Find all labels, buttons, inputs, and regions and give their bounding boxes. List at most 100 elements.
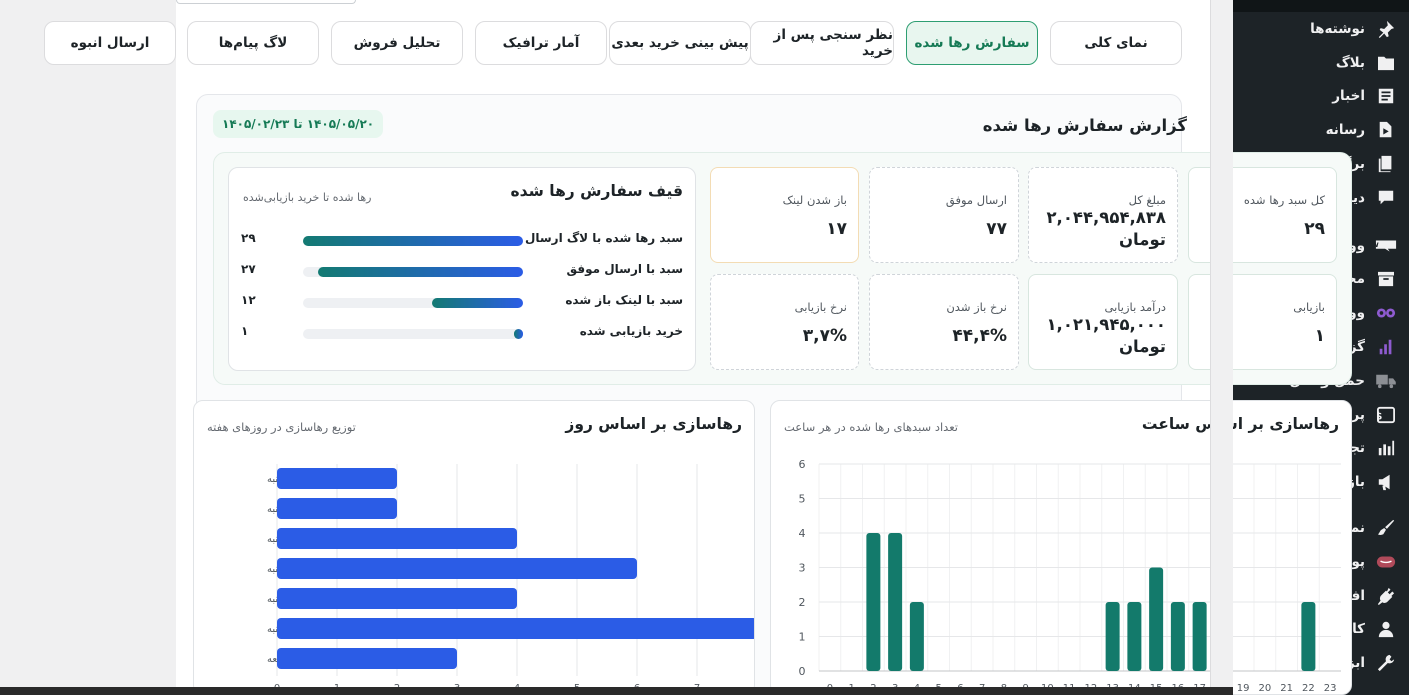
report-tabs: نمای کلی سفارش رها شده نظر سنجی پس از خرید… — [44, 21, 1182, 65]
folder-icon — [1375, 53, 1397, 73]
admin-bar-fragment — [1233, 0, 1409, 12]
funnel-count: ۱ — [241, 324, 249, 338]
tab-2[interactable]: نظر سنجی پس از خرید — [750, 21, 894, 65]
tab-7[interactable]: ارسال انبوه — [44, 21, 176, 65]
hour-bar — [909, 602, 924, 671]
tab-0[interactable]: نمای کلی — [1050, 21, 1182, 65]
hour-bar — [1127, 602, 1142, 671]
stat-card: باز شدن لینک ۱۷ — [710, 167, 859, 263]
day-bar — [277, 588, 517, 609]
date-range-badge: ۱۴۰۵/۰۵/۲۰ تا ۱۴۰۵/۰۲/۲۳ — [213, 110, 384, 138]
plugin-page: نمای کلی سفارش رها شده نظر سنجی پس از خرید… — [44, 0, 1352, 695]
bar-chart-icon — [1375, 337, 1397, 357]
day-bar — [277, 648, 457, 669]
stat-label: ارسال موفق — [945, 193, 1007, 207]
stat-value-number: ۳,۷% — [802, 326, 847, 346]
day-bar — [277, 618, 754, 639]
sidebar-item[interactable]: رسانه — [1233, 113, 1409, 147]
stat-value-number: ۱,۰۲۱,۹۴۵,۰۰۰ — [1046, 315, 1166, 334]
tab-4[interactable]: آمار ترافیک — [475, 21, 607, 65]
comment-icon — [1375, 188, 1397, 208]
funnel-label: سبد با لینک باز شده — [565, 293, 683, 307]
funnel-count: ۱۲ — [241, 293, 256, 307]
woo-icon: W — [1375, 236, 1397, 256]
x-tick-label: 19 — [1237, 683, 1250, 694]
stat-value: ۳,۷% — [803, 325, 847, 348]
stat-label: بازیابی — [1293, 300, 1325, 314]
page-scrollbar[interactable] — [1210, 0, 1233, 695]
funnel-track — [303, 298, 523, 308]
x-tick-label: 22 — [1302, 683, 1315, 694]
y-tick-label: 2 — [799, 596, 806, 609]
stat-value: ۲۹ — [1304, 218, 1325, 241]
top-fragment — [176, 0, 356, 4]
main-content: نمای کلی سفارش رها شده نظر سنجی پس از خرید… — [44, 0, 1352, 695]
stat-value-number: ۲,۰۴۴,۹۵۴,۸۳۸ — [1046, 208, 1166, 227]
hour-bar — [1105, 602, 1120, 671]
y-tick-label: 4 — [799, 527, 806, 540]
funnel-count: ۲۹ — [241, 231, 256, 245]
os-taskbar-fragment — [0, 687, 1233, 695]
y-tick-label: 3 — [799, 562, 806, 575]
funnel-row: سبد با لینک باز شده ۱۲ — [241, 292, 683, 312]
funnel-row: سبد با ارسال موفق ۲۷ — [241, 261, 683, 281]
x-tick-label: 23 — [1324, 683, 1337, 694]
hour-bar — [1301, 602, 1316, 671]
hour-chart-card: رهاسازی بر اساس ساعت تعداد سبدهای رها شد… — [770, 400, 1352, 695]
tab-5[interactable]: تحلیل فروش — [331, 21, 463, 65]
stat-value-unit: تومان — [1118, 337, 1166, 357]
funnel-track — [303, 329, 523, 339]
woo-fa-icon — [1375, 303, 1397, 323]
day-bar — [277, 498, 397, 519]
sidebar-item-label: بلاگ — [1335, 54, 1365, 71]
stat-value-number: ۴۴,۴% — [952, 326, 1007, 346]
truck-icon — [1375, 371, 1397, 391]
day-bar — [277, 468, 397, 489]
sidebar-item-label: اخبار — [1332, 88, 1365, 105]
y-tick-label: 0 — [799, 665, 806, 678]
tab-3[interactable]: پیش بینی خرید بعدی — [609, 21, 751, 65]
tab-6[interactable]: لاگ پیام‌ها — [187, 21, 319, 65]
funnel-count: ۲۷ — [241, 262, 256, 276]
megaphone-icon — [1375, 472, 1397, 492]
day-bar — [277, 558, 637, 579]
sidebar-item[interactable]: اخبار — [1233, 80, 1409, 114]
funnel-label: سبد رها شده با لاگ ارسال — [524, 231, 683, 245]
funnel-bar — [318, 267, 523, 277]
stat-card: مبلغ کل ۲,۰۴۴,۹۵۴,۸۳۸ تومان — [1028, 167, 1178, 263]
x-tick-label: 21 — [1280, 683, 1293, 694]
svg-text:$: $ — [1377, 409, 1382, 422]
hour-bar — [1192, 602, 1207, 671]
funnel-subtitle: رها شده تا خرید بازیابی‌شده — [243, 191, 372, 204]
brush-icon — [1375, 518, 1397, 538]
dollar-icon: $ — [1375, 405, 1397, 425]
hour-bar — [866, 533, 881, 671]
stat-card: نرخ باز شدن ۴۴,۴% — [869, 274, 1019, 370]
stat-label: باز شدن لینک — [782, 193, 847, 207]
sidebar-item[interactable]: نوشته‌ها — [1233, 12, 1409, 46]
sidebar-item-label: رسانه — [1325, 122, 1365, 139]
media-icon — [1375, 120, 1397, 140]
y-tick-label: 1 — [799, 631, 806, 644]
stat-card: درآمد بازیابی ۱,۰۲۱,۹۴۵,۰۰۰ تومان — [1028, 274, 1178, 370]
funnel-label: خرید بازیابی شده — [579, 324, 683, 338]
svg-text:W: W — [1375, 241, 1379, 249]
stat-card: ارسال موفق ۷۷ — [869, 167, 1019, 263]
funnel-track — [303, 236, 523, 246]
hour-bar — [1149, 567, 1164, 671]
archive-icon — [1375, 269, 1397, 289]
pages-icon — [1375, 154, 1397, 174]
sidebar-item[interactable]: بلاگ — [1233, 46, 1409, 80]
stat-value-number: ۷۷ — [986, 219, 1007, 239]
day-chart-card: رهاسازی بر اساس روز توزیع رهاسازی در روز… — [193, 400, 755, 695]
day-bar — [277, 528, 517, 549]
tab-1[interactable]: سفارش رها شده — [906, 21, 1038, 65]
stat-value-unit: تومان — [1118, 230, 1166, 250]
hour-bar — [1170, 602, 1185, 671]
wrench-icon — [1375, 653, 1397, 673]
stat-card: نرخ بازیابی ۳,۷% — [710, 274, 859, 370]
sidebar-item-label: نوشته‌ها — [1310, 20, 1365, 37]
analytics-icon — [1375, 438, 1397, 458]
news-icon — [1375, 86, 1397, 106]
funnel-card: قیف سفارش رها شده رها شده تا خرید بازیابی… — [228, 167, 696, 371]
